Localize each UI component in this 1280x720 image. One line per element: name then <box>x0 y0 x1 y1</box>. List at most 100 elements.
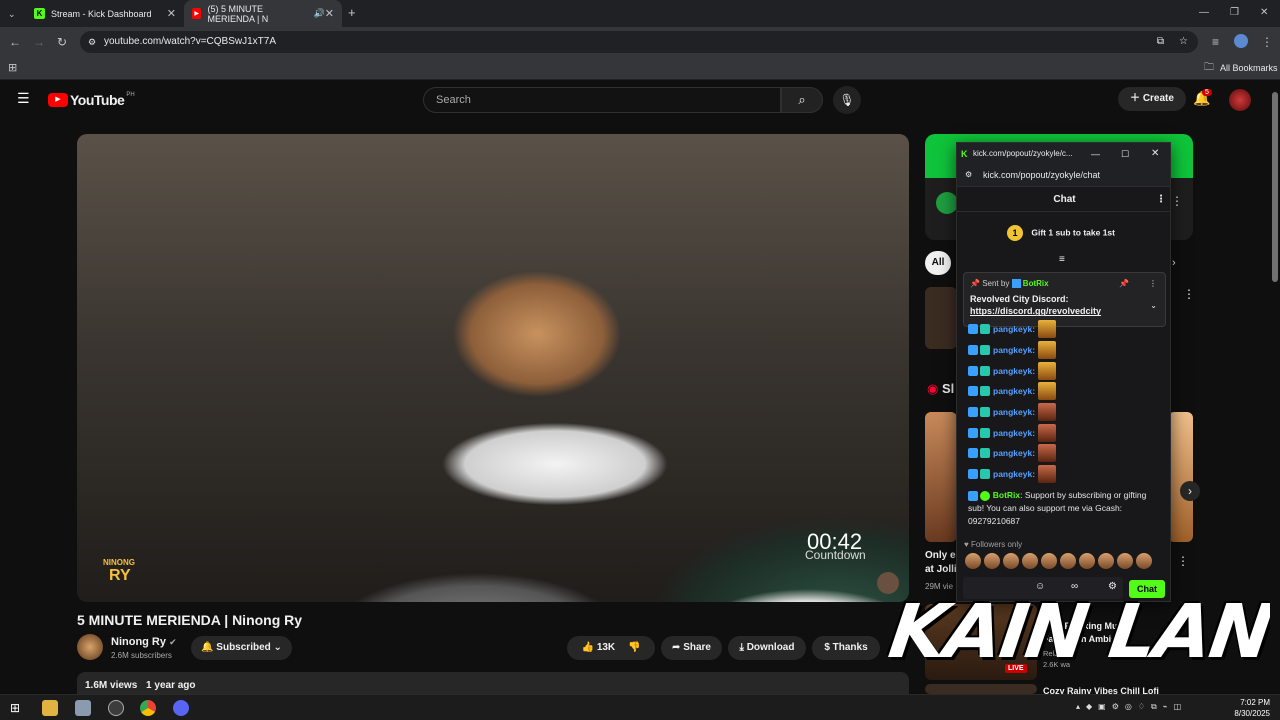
minimize-window-icon[interactable]: — <box>1199 7 1209 19</box>
expand-leaderboard-icon[interactable]: ≡ <box>1059 254 1065 265</box>
description-box[interactable]: 1.6M views 1 year ago <box>77 672 909 694</box>
youtube-logo[interactable]: ▶ YouTube PH <box>48 92 135 108</box>
audio-playing-icon[interactable]: 🔊 <box>314 8 325 19</box>
emote-icon[interactable] <box>1098 553 1114 569</box>
chat-message[interactable]: pangkeyk: <box>968 320 1057 338</box>
chat-username[interactable]: pangkeyk <box>993 465 1032 483</box>
chip-all[interactable]: All <box>925 251 951 275</box>
bookmark-star-icon[interactable]: ☆ <box>1179 31 1188 53</box>
emote-icon[interactable] <box>1022 553 1038 569</box>
popout-close-icon[interactable]: ✕ <box>1151 143 1159 165</box>
taskbar-app-icon[interactable] <box>75 700 91 716</box>
site-info-icon[interactable]: ⚙ <box>88 31 96 53</box>
emote-icon[interactable] <box>1060 553 1076 569</box>
chips-next-icon[interactable]: › <box>1172 257 1176 269</box>
close-window-icon[interactable]: ✕ <box>1260 7 1268 19</box>
chat-message[interactable]: pangkeyk: <box>968 341 1057 359</box>
search-button[interactable]: ⌕ <box>781 87 823 113</box>
chat-message[interactable]: pangkeyk: <box>968 403 1057 421</box>
emote-icon[interactable] <box>1003 553 1019 569</box>
popout-minimize-icon[interactable]: — <box>1091 143 1100 165</box>
apps-grid-icon[interactable]: ⊞ <box>8 62 17 74</box>
item-more-icon[interactable]: ⋮ <box>1183 287 1195 301</box>
emote-icon[interactable] <box>1117 553 1133 569</box>
chat-username[interactable]: pangkeyk <box>993 403 1032 421</box>
gift-sub-prompt[interactable]: 1 Gift 1 sub to take 1st <box>1007 225 1115 241</box>
all-bookmarks-link[interactable]: All Bookmarks <box>1220 63 1278 73</box>
share-button[interactable]: ➦ Share <box>661 636 722 660</box>
new-tab-icon[interactable]: + <box>348 6 356 19</box>
create-button[interactable]: ＋ Create <box>1118 87 1186 111</box>
shorts-next-icon[interactable]: › <box>1180 481 1200 501</box>
restore-window-icon[interactable]: ❐ <box>1230 7 1239 19</box>
tab-search-icon[interactable]: ⌄ <box>8 8 16 20</box>
chat-username[interactable]: pangkeyk <box>993 382 1032 400</box>
short-more-icon[interactable]: ⋮ <box>1177 554 1189 568</box>
address-bar[interactable]: ⚙ youtube.com/watch?v=CQBSwJ1xT7A ⧉ ☆ <box>80 31 1198 53</box>
forward-icon[interactable]: → <box>33 36 45 48</box>
install-app-icon[interactable]: ⧉ <box>1157 31 1164 53</box>
chat-username[interactable]: pangkeyk <box>993 362 1032 380</box>
emote-icon[interactable] <box>965 553 981 569</box>
pinned-message[interactable]: 📌 Sent by BotRix Revolved City Discord: … <box>963 272 1166 327</box>
close-tab-icon[interactable]: ✕ <box>167 7 176 20</box>
chat-username[interactable]: pangkeyk <box>993 424 1032 442</box>
chrome-menu-icon[interactable]: ⋮ <box>1261 36 1273 48</box>
chat-message[interactable]: pangkeyk: <box>968 382 1057 400</box>
obs-studio-icon[interactable] <box>108 700 124 716</box>
dislike-button[interactable]: 👎 <box>628 642 640 653</box>
chat-message[interactable]: pangkeyk: <box>968 444 1057 462</box>
search-input[interactable]: Search <box>423 87 781 113</box>
tab-youtube-video[interactable]: ▶ (5) 5 MINUTE MERIENDA | N 🔊 ✕ <box>184 0 342 27</box>
emote-quickbar[interactable] <box>965 553 1165 569</box>
subscribed-button[interactable]: 🔔 Subscribed ⌄ <box>191 636 292 660</box>
chat-message[interactable]: pangkeyk: <box>968 465 1057 483</box>
channel-name-row[interactable]: Ninong Ry ✔ <box>111 636 177 648</box>
recommended-thumbnail-1[interactable] <box>925 287 957 349</box>
video-player[interactable]: 00:42 Countdown NINONG RY <box>77 134 909 602</box>
chat-username[interactable]: pangkeyk <box>993 444 1032 462</box>
chat-message[interactable]: pangkeyk: <box>968 424 1057 442</box>
like-button[interactable]: 👍 13K <box>582 642 616 653</box>
emote-icon[interactable] <box>1041 553 1057 569</box>
download-button[interactable]: ⤓ Download <box>728 636 806 660</box>
short-thumbnail-2[interactable] <box>1168 412 1193 542</box>
taskbar-clock[interactable]: 7:02 PM 8/30/2025 <box>1234 697 1270 719</box>
emote-icon[interactable] <box>984 553 1000 569</box>
bot-chat-message[interactable]: BotRix: Support by subscribing or giftin… <box>968 489 1163 528</box>
back-icon[interactable]: ← <box>9 36 21 48</box>
chat-username[interactable]: pangkeyk <box>993 341 1032 359</box>
bot-username[interactable]: BotRix <box>993 490 1020 500</box>
system-tray-icons[interactable]: ▴◆▣⚙◎♢⧉⌁◫ <box>1076 702 1187 712</box>
site-info-icon[interactable]: ⚙ <box>965 165 972 185</box>
chat-username[interactable]: pangkeyk <box>993 320 1032 338</box>
chat-options-icon[interactable]: ⋮ <box>1156 188 1166 212</box>
emote-icon[interactable] <box>1079 553 1095 569</box>
profile-avatar-icon[interactable] <box>1234 34 1248 48</box>
popout-maximize-icon[interactable]: ☐ <box>1121 143 1129 165</box>
short-thumbnail-1[interactable] <box>925 412 957 542</box>
popout-address-bar[interactable]: ⚙ kick.com/popout/zyokyle/chat <box>957 165 1170 187</box>
tab-kick-dashboard[interactable]: K Stream - Kick Dashboard ✕ <box>26 0 184 27</box>
discord-icon[interactable] <box>173 700 189 716</box>
media-controls-icon[interactable]: ≡ <box>1212 36 1219 48</box>
account-avatar[interactable] <box>1229 89 1251 111</box>
channel-name[interactable]: Ninong Ry <box>111 636 166 648</box>
voice-search-button[interactable]: 🎙 <box>833 86 861 114</box>
reload-icon[interactable]: ↻ <box>57 36 67 48</box>
thanks-button[interactable]: $ Thanks <box>812 636 880 660</box>
unpin-icon[interactable]: 📌 <box>1119 279 1129 288</box>
pinned-collapse-icon[interactable]: ⌄ <box>1150 301 1157 310</box>
kick-chat-popout-window[interactable]: K kick.com/popout/zyokyle/c... — ☐ ✕ ⚙ k… <box>956 142 1171 602</box>
pinned-link[interactable]: https://discord.gg/revolvedcity <box>970 306 1159 316</box>
page-scrollbar[interactable] <box>1270 80 1280 694</box>
windows-start-icon[interactable]: ⊞ <box>10 701 20 715</box>
popout-title-bar[interactable]: K kick.com/popout/zyokyle/c... — ☐ ✕ <box>957 143 1170 165</box>
file-explorer-icon[interactable] <box>42 700 58 716</box>
channel-watermark[interactable]: NINONG RY <box>79 540 155 600</box>
close-tab-icon[interactable]: ✕ <box>325 7 334 20</box>
emote-icon[interactable] <box>1136 553 1152 569</box>
chrome-icon[interactable] <box>140 700 156 716</box>
channel-avatar[interactable] <box>77 634 103 660</box>
pinned-more-icon[interactable]: ⋮ <box>1149 279 1157 288</box>
